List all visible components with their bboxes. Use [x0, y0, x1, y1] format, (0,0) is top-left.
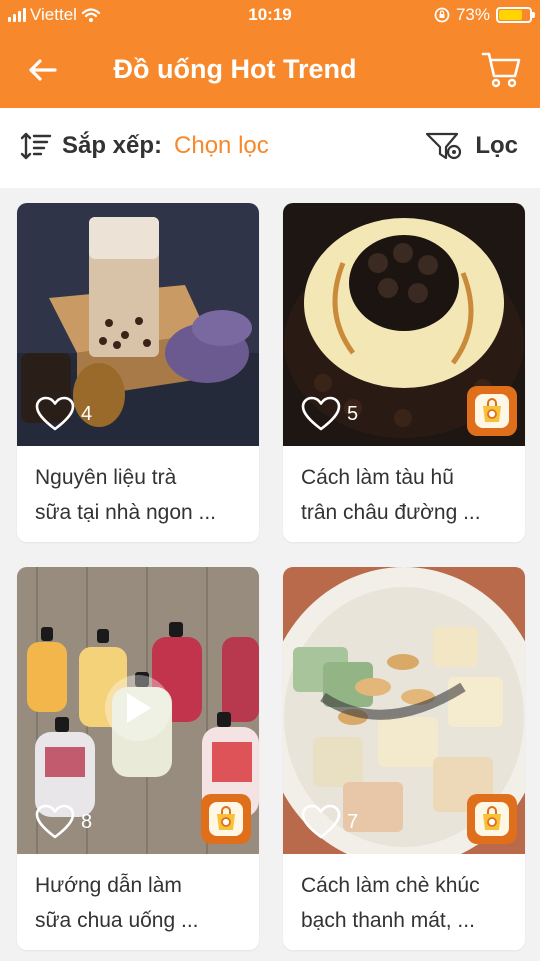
orientation-lock-icon [434, 7, 450, 23]
sort-label: Sắp xếp: [62, 132, 163, 159]
like-count-value: 7 [347, 810, 359, 833]
status-bar: Viettel 10:19 73% [0, 0, 540, 30]
recipe-title-line: Hướng dẫn làm [35, 874, 182, 897]
like-count[interactable]: 4 [35, 396, 92, 432]
like-count[interactable]: 5 [301, 396, 358, 432]
cart-icon [481, 52, 521, 88]
like-count-value: 5 [347, 402, 359, 425]
play-icon [127, 693, 151, 723]
sort-icon [20, 132, 52, 160]
recipe-title-line: Nguyên liệu trà [35, 466, 177, 489]
heart-icon [35, 804, 75, 839]
play-video-button[interactable] [105, 675, 171, 741]
filter-settings-icon [426, 132, 462, 160]
header-bar: Đồ uống Hot Trend [0, 30, 540, 108]
recipe-image[interactable]: 7 [283, 567, 525, 854]
filter-button[interactable]: Lọc [425, 130, 518, 162]
recipe-title[interactable]: Nguyên liệu trà sữa tại nhà ngon ... [17, 446, 259, 542]
recipe-title-line: sữa tại nhà ngon ... [35, 501, 217, 524]
recipe-title-line: trân châu đường ... [301, 501, 481, 524]
like-count[interactable]: 8 [35, 804, 92, 840]
battery-percent: 73% [455, 5, 490, 24]
shopping-bag-icon [217, 806, 235, 830]
recipe-image[interactable]: 4 [17, 203, 259, 446]
sort-control[interactable]: Sắp xếp: Chọn lọc [20, 130, 269, 162]
battery-icon [496, 7, 535, 23]
like-count-value: 4 [81, 402, 93, 425]
like-count[interactable]: 7 [301, 804, 358, 840]
battery-level [499, 10, 523, 20]
shop-badge[interactable] [467, 386, 517, 436]
heart-icon [35, 396, 75, 431]
recipe-title-line: sữa chua uống ... [35, 909, 199, 932]
sort-filter-bar: Sắp xếp: Chọn lọc Lọc [0, 108, 540, 188]
shop-badge[interactable] [201, 794, 251, 844]
recipe-card[interactable]: 7 Cách làm chè khúc bạch thanh mát, ... [283, 567, 525, 950]
recipe-card[interactable]: 8 Hướng dẫn làm sữa chua uống ... [17, 567, 259, 950]
recipe-card[interactable]: 5 Cách làm tàu hũ trân châu đường ... [283, 203, 525, 542]
recipe-card[interactable]: 4 Nguyên liệu trà sữa tại nhà ngon ... [17, 203, 259, 542]
recipe-title[interactable]: Cách làm chè khúc bạch thanh mát, ... [283, 854, 525, 950]
recipe-title[interactable]: Hướng dẫn làm sữa chua uống ... [17, 854, 259, 950]
recipe-image[interactable]: 8 [17, 567, 259, 854]
shopping-bag-icon [483, 806, 501, 830]
filter-label: Lọc [475, 132, 518, 159]
like-count-value: 8 [81, 810, 93, 833]
heart-icon [301, 396, 341, 431]
sort-value[interactable]: Chọn lọc [174, 132, 269, 160]
recipe-title-line: Cách làm chè khúc [301, 874, 480, 897]
recipe-title-line: bạch thanh mát, ... [301, 909, 475, 932]
battery-info: 73% [434, 5, 535, 25]
cart-button[interactable] [480, 48, 522, 90]
heart-icon [301, 804, 341, 839]
recipe-title[interactable]: Cách làm tàu hũ trân châu đường ... [283, 446, 525, 542]
page-title: Đồ uống Hot Trend [113, 54, 357, 84]
recipe-image[interactable]: 5 [283, 203, 525, 446]
recipe-title-line: Cách làm tàu hũ [301, 466, 454, 489]
shopping-bag-icon [483, 398, 501, 422]
shop-badge[interactable] [467, 794, 517, 844]
